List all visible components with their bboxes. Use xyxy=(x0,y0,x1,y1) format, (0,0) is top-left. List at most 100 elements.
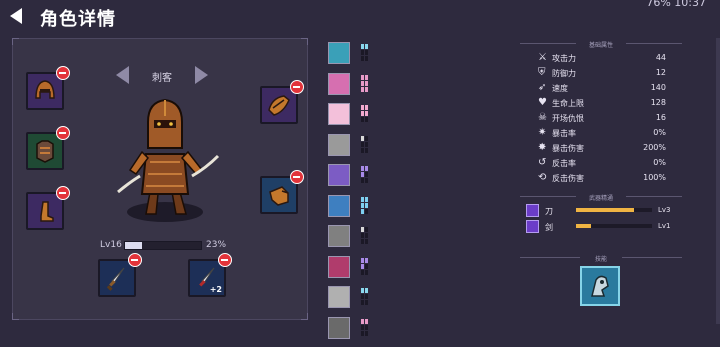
tier-pip xyxy=(365,147,368,153)
remove-boots-button[interactable] xyxy=(56,186,70,200)
tier-pip xyxy=(365,117,368,122)
tier-pip xyxy=(365,105,368,110)
mastery-level: Lv1 xyxy=(658,222,671,230)
tier-pip xyxy=(365,44,368,49)
tier-pip xyxy=(361,257,364,263)
tier-pip xyxy=(361,147,364,153)
class-name: 刺客 xyxy=(152,73,172,84)
tier-indicator xyxy=(361,44,369,62)
tier-pip xyxy=(365,318,368,324)
tier-pip xyxy=(365,56,368,61)
shield-icon: ⛨ xyxy=(538,67,546,78)
mastery-bar xyxy=(576,224,652,228)
remove-helmet-button[interactable] xyxy=(56,66,70,80)
mastery-bar-fill xyxy=(576,224,592,228)
stat-label: 反击伤害 xyxy=(552,174,584,183)
collection-item[interactable] xyxy=(328,164,376,186)
collection-item[interactable] xyxy=(328,42,376,64)
blade-icon xyxy=(526,220,539,233)
collection-item[interactable] xyxy=(328,316,376,339)
tier-pip xyxy=(361,208,364,214)
stat-label: 开场仇恨 xyxy=(552,114,584,123)
weapon-label: 剑 xyxy=(545,223,553,232)
armor-slot[interactable] xyxy=(26,126,70,170)
collection-item[interactable] xyxy=(328,194,376,217)
tier-pip xyxy=(365,74,368,80)
tier-pip xyxy=(361,324,364,330)
stat-row: ☠ 开场仇恨 16 xyxy=(538,112,686,126)
panel-corner xyxy=(12,313,19,320)
stats-section-title: 基础属性 xyxy=(588,42,613,49)
panel-corner xyxy=(301,38,308,45)
boot-icon: ➶ xyxy=(538,82,547,93)
remove-shoulder-button[interactable] xyxy=(290,80,304,94)
collection-item[interactable] xyxy=(328,286,376,308)
collection-item[interactable] xyxy=(328,103,376,125)
scrollbar[interactable] xyxy=(716,38,720,324)
helmet-slot[interactable] xyxy=(26,66,70,110)
stat-label: 生命上限 xyxy=(552,99,584,108)
tier-pip xyxy=(365,135,368,141)
tier-pip xyxy=(365,208,368,214)
top-bar: 角色详情 76% 10:37 xyxy=(0,0,720,34)
mastery-bar-fill xyxy=(576,208,634,212)
status-indicators: 76% 10:37 xyxy=(646,0,706,9)
skill-icon xyxy=(591,275,609,297)
skill-section-title: 技能 xyxy=(594,256,607,263)
back-arrow-icon[interactable] xyxy=(10,8,22,24)
stat-row: ✷ 暴击率 0% xyxy=(538,127,686,141)
tier-pip xyxy=(361,263,364,269)
tier-pip xyxy=(361,239,364,244)
crit-icon: ✷ xyxy=(538,127,547,138)
shoulder-slot[interactable] xyxy=(260,80,304,124)
tier-pip xyxy=(361,172,364,177)
tier-pip xyxy=(365,86,368,92)
tier-pip xyxy=(361,141,364,147)
stat-label: 暴击率 xyxy=(552,129,576,138)
weapon-slot-1[interactable] xyxy=(98,253,142,297)
sword-icon: ⚔ xyxy=(538,52,547,63)
tier-pip xyxy=(361,288,364,293)
remove-gloves-button[interactable] xyxy=(290,170,304,184)
remove-weapon-2-button[interactable] xyxy=(218,253,232,267)
collection-item[interactable] xyxy=(328,225,376,247)
tier-pip xyxy=(365,288,368,293)
skill-slot[interactable] xyxy=(580,266,620,306)
collection-item[interactable] xyxy=(328,133,376,156)
gloves-slot[interactable] xyxy=(260,170,304,214)
stat-label: 防御力 xyxy=(552,69,576,78)
upgrade-level: +2 xyxy=(209,285,222,294)
heart-icon: ♥ xyxy=(538,97,547,108)
page-title: 角色详情 xyxy=(40,9,116,30)
xp-bar-fill xyxy=(125,242,143,249)
tier-pip xyxy=(365,300,368,305)
stat-value: 100% xyxy=(643,173,666,182)
remove-armor-button[interactable] xyxy=(56,126,70,140)
tier-pip xyxy=(365,196,368,202)
hero-character xyxy=(117,98,220,222)
wolf-grey-icon xyxy=(328,225,350,247)
counter-dmg-icon: ⟲ xyxy=(538,172,547,183)
tier-pip xyxy=(361,227,364,232)
remove-weapon-1-button[interactable] xyxy=(128,253,142,267)
stat-row: ⟲ 反击伤害 100% xyxy=(538,172,686,186)
collection-item[interactable] xyxy=(328,255,376,278)
crit-dmg-icon: ✸ xyxy=(538,142,547,153)
boots-slot[interactable] xyxy=(26,186,70,230)
stat-value: 16 xyxy=(655,113,666,122)
previous-class-arrow-icon[interactable] xyxy=(116,66,129,84)
tier-pip xyxy=(365,172,368,177)
tier-pip xyxy=(361,294,364,299)
collection-item[interactable] xyxy=(328,72,376,95)
tier-pip xyxy=(361,117,364,122)
weapon-label: 刀 xyxy=(545,207,553,216)
tier-indicator xyxy=(361,135,369,154)
tier-indicator xyxy=(361,196,369,215)
tier-pip xyxy=(361,233,364,238)
tier-pip xyxy=(365,166,368,171)
tier-pip xyxy=(365,178,368,183)
weapon-slot-2[interactable]: +2 xyxy=(188,253,232,297)
tier-pip xyxy=(361,269,364,275)
weapon-mastery-title: 武器精通 xyxy=(588,195,613,202)
next-class-arrow-icon[interactable] xyxy=(195,66,208,84)
